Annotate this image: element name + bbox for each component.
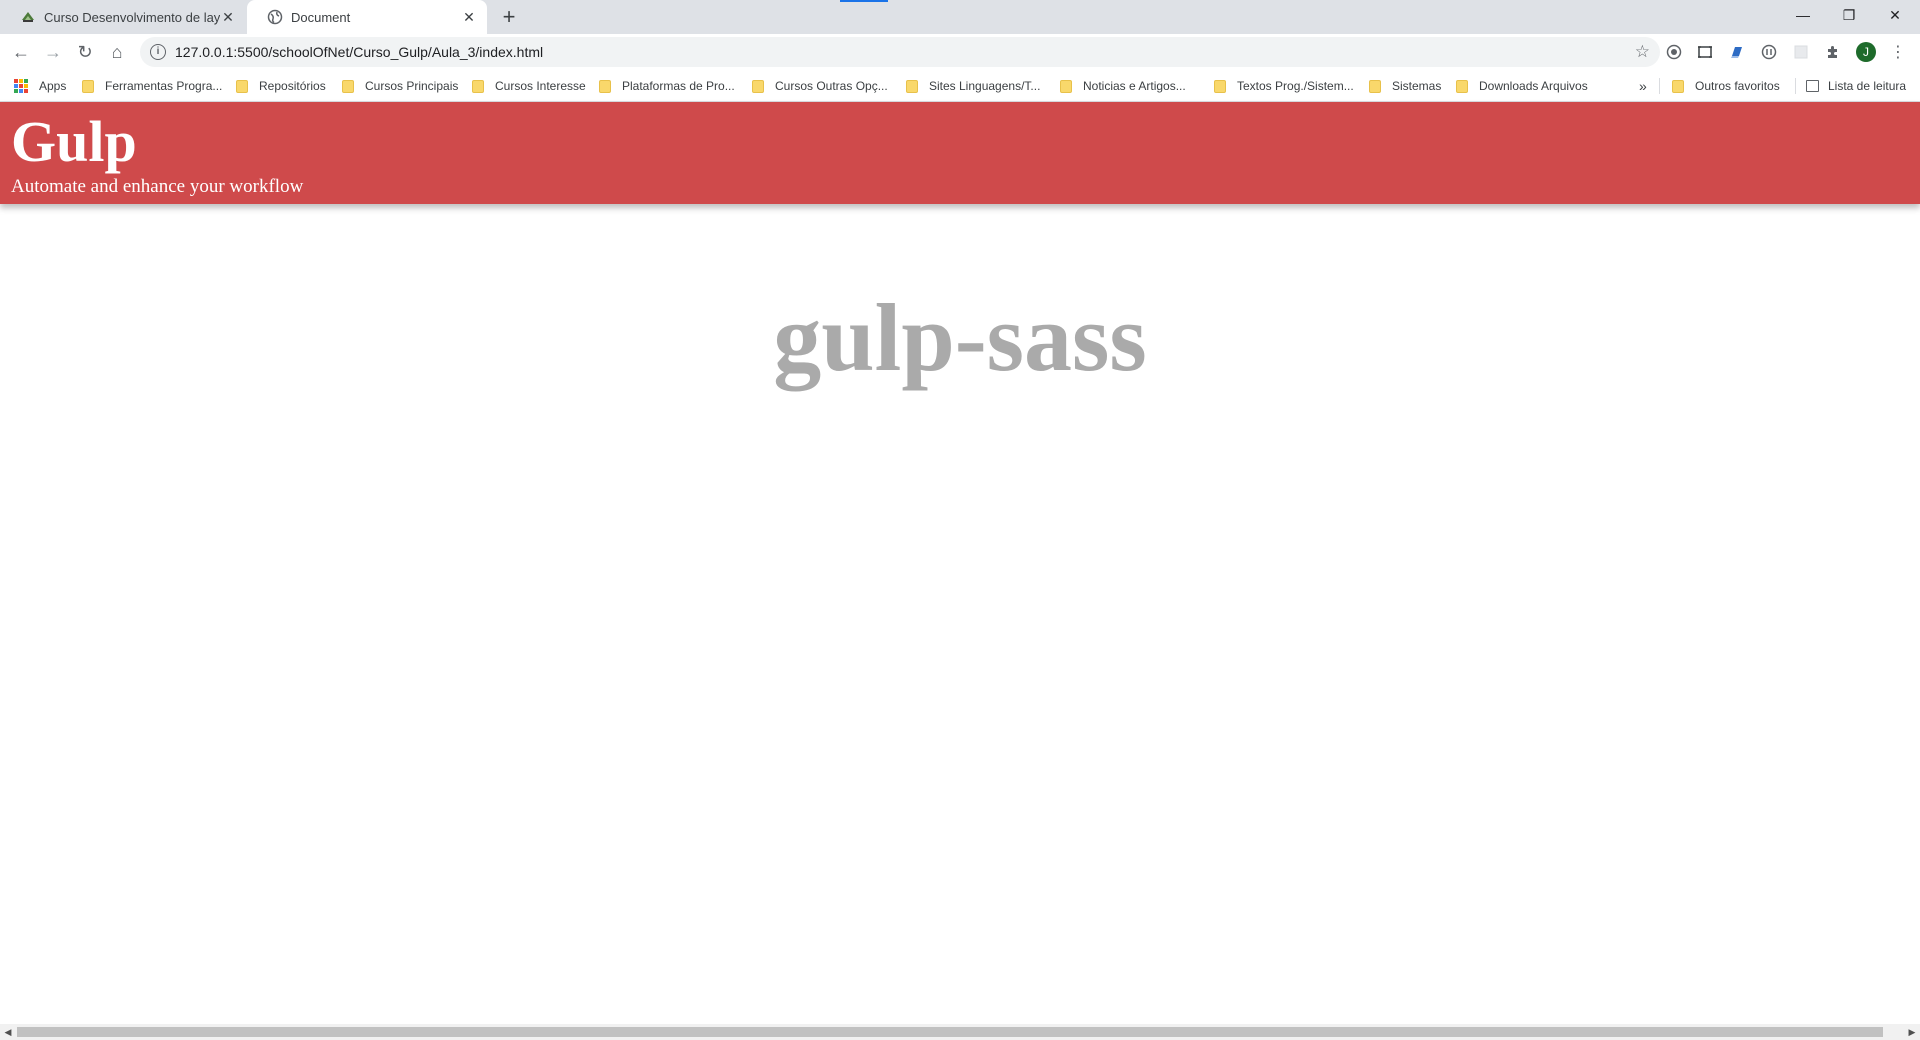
bookmark-label: Cursos Principais xyxy=(365,79,459,93)
reading-list-button[interactable]: Lista de leitura xyxy=(1806,70,1906,102)
bookmark-folder[interactable]: Cursos Principais xyxy=(342,70,458,102)
folder-icon xyxy=(342,79,354,93)
bookmark-folder[interactable]: Downloads Arquivos xyxy=(1456,70,1588,102)
bookmark-folder[interactable]: Textos Prog./Sistem... xyxy=(1214,70,1354,102)
puzzle-icon[interactable] xyxy=(1823,42,1843,62)
folder-icon xyxy=(1060,79,1072,93)
new-tab-button[interactable]: + xyxy=(497,5,521,29)
globe-icon xyxy=(267,9,283,25)
site-info-icon[interactable]: i xyxy=(150,44,166,60)
extension-3-icon[interactable] xyxy=(1727,42,1747,62)
bookmark-folder[interactable]: Cursos Outras Opç... xyxy=(752,70,888,102)
close-window-icon[interactable]: ✕ xyxy=(1872,0,1918,30)
restore-icon[interactable]: ❐ xyxy=(1826,0,1872,30)
bookmark-label: Ferramentas Progra... xyxy=(105,79,223,93)
bookmark-star-icon[interactable]: ☆ xyxy=(1635,42,1650,62)
apps-grid-icon xyxy=(14,79,28,93)
folder-icon xyxy=(1672,79,1684,93)
bookmark-label: Sistemas xyxy=(1392,79,1442,93)
bookmark-folder[interactable]: Ferramentas Progra... xyxy=(82,70,222,102)
bookmark-label: Apps xyxy=(39,79,67,93)
folder-icon xyxy=(1214,79,1226,93)
folder-icon xyxy=(906,79,918,93)
folder-icon xyxy=(236,79,248,93)
bookmark-folder[interactable]: Sistemas xyxy=(1369,70,1441,102)
folder-icon xyxy=(752,79,764,93)
menu-dots-icon[interactable]: ⋮ xyxy=(1888,42,1908,62)
folder-icon xyxy=(599,79,611,93)
url-text[interactable]: 127.0.0.1:5500/schoolOfNet/Curso_Gulp/Au… xyxy=(175,44,1635,60)
bookmark-folder[interactable]: Sites Linguagens/T... xyxy=(906,70,1040,102)
loading-indicator xyxy=(840,0,888,2)
scrollbar-thumb[interactable] xyxy=(17,1027,1883,1037)
folder-icon xyxy=(82,79,94,93)
bookmark-other-favorites[interactable]: Outros favoritos xyxy=(1672,70,1780,102)
reading-list-label: Lista de leitura xyxy=(1828,79,1907,93)
screenshot-icon[interactable] xyxy=(1695,42,1715,62)
bookmark-apps[interactable]: Apps xyxy=(14,70,66,102)
profile-avatar[interactable]: J xyxy=(1856,42,1876,62)
scroll-left-arrow-icon[interactable]: ◀ xyxy=(0,1024,16,1040)
horizontal-scrollbar[interactable]: ◀ ▶ xyxy=(0,1024,1920,1040)
scroll-right-arrow-icon[interactable]: ▶ xyxy=(1904,1024,1920,1040)
folder-icon xyxy=(472,79,484,93)
reading-list-icon xyxy=(1806,80,1819,92)
bookmark-label: Repositórios xyxy=(259,79,326,93)
main-heading: gulp-sass xyxy=(773,284,1147,391)
bookmark-label: Sites Linguagens/T... xyxy=(929,79,1041,93)
tab-strip: Curso Desenvolvimento de layou ✕ Documen… xyxy=(0,0,1920,34)
tab-document[interactable]: Document ✕ xyxy=(247,0,487,34)
bookmarks-bar: Apps Ferramentas Progra... Repositórios … xyxy=(0,70,1920,102)
folder-icon xyxy=(1369,79,1381,93)
site-header: Gulp Automate and enhance your workflow xyxy=(0,102,1920,204)
tab-title: Document xyxy=(291,9,351,25)
site-tagline: Automate and enhance your workflow xyxy=(11,176,304,197)
close-tab-icon[interactable]: ✕ xyxy=(220,9,236,25)
extension-1-icon[interactable] xyxy=(1664,42,1684,62)
folder-icon xyxy=(1456,79,1468,93)
bookmark-label: Cursos Outras Opç... xyxy=(775,79,888,93)
home-icon[interactable]: ⌂ xyxy=(103,38,131,66)
extension-4-icon[interactable] xyxy=(1759,42,1779,62)
bookmark-folder[interactable]: Cursos Interesse xyxy=(472,70,586,102)
forward-arrow-icon[interactable]: → xyxy=(39,38,67,66)
reload-icon[interactable]: ↻ xyxy=(71,38,99,66)
bookmark-label: Textos Prog./Sistem... xyxy=(1237,79,1354,93)
bookmark-label: Noticias e Artigos... xyxy=(1083,79,1186,93)
bookmarks-overflow-chevron-icon[interactable]: » xyxy=(1639,70,1647,102)
extension-5-icon[interactable] xyxy=(1791,42,1811,62)
bookmark-folder[interactable]: Plataformas de Pro... xyxy=(599,70,735,102)
close-tab-icon[interactable]: ✕ xyxy=(461,9,477,25)
browser-toolbar: ← → ↻ ⌂ i 127.0.0.1:5500/schoolOfNet/Cur… xyxy=(0,34,1920,70)
bookmark-folder[interactable]: Repositórios xyxy=(236,70,326,102)
site-title: Gulp xyxy=(11,109,137,174)
minimize-icon[interactable]: — xyxy=(1780,0,1826,30)
bookmark-folder[interactable]: Noticias e Artigos... xyxy=(1060,70,1186,102)
bookmark-divider xyxy=(1659,78,1660,94)
bookmark-label: Outros favoritos xyxy=(1695,79,1780,93)
school-of-net-favicon xyxy=(20,9,36,25)
bookmark-label: Downloads Arquivos xyxy=(1479,79,1588,93)
bookmark-label: Cursos Interesse xyxy=(495,79,586,93)
bookmark-label: Plataformas de Pro... xyxy=(622,79,735,93)
tab-title: Curso Desenvolvimento de layou xyxy=(44,9,220,25)
bookmark-divider xyxy=(1795,78,1796,94)
back-arrow-icon[interactable]: ← xyxy=(7,38,35,66)
address-bar[interactable]: i 127.0.0.1:5500/schoolOfNet/Curso_Gulp/… xyxy=(140,37,1660,67)
tab-school-of-net[interactable]: Curso Desenvolvimento de layou ✕ xyxy=(0,0,246,34)
